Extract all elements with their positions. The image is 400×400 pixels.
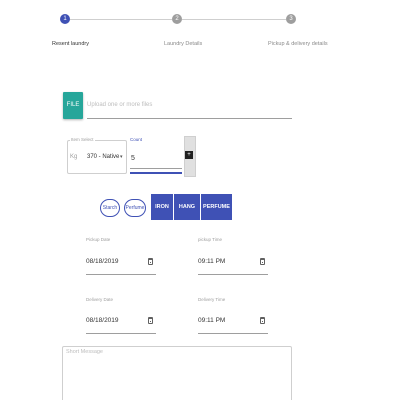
step-3-indicator[interactable]: 3	[286, 14, 296, 24]
pickup-date-input[interactable]: 08/18/2019	[86, 258, 119, 265]
step-connector	[182, 19, 286, 20]
count-focus-underline	[130, 172, 182, 174]
starch-chip[interactable]: Starch	[100, 199, 120, 217]
calendar-icon[interactable]	[148, 258, 153, 265]
pickup-time-label: pickup Time	[198, 237, 223, 242]
pickup-date-label: Pickup Date	[86, 237, 111, 242]
delivery-time-underline	[198, 333, 268, 334]
pickup-time-input[interactable]: 09:11 PM	[198, 258, 225, 265]
step-2-label[interactable]: Laundry Details	[164, 41, 202, 47]
calendar-icon[interactable]	[260, 258, 265, 265]
step-3-label[interactable]: Pickup & delivery details	[268, 41, 328, 47]
pickup-time-underline	[198, 274, 268, 275]
file-button[interactable]: FILE	[63, 92, 83, 119]
delivery-date-underline	[86, 333, 156, 334]
delivery-time-input[interactable]: 09:11 PM	[198, 317, 225, 324]
item-select-label: Item Select	[70, 137, 95, 142]
file-path-input[interactable]: Upload one or more files	[87, 97, 292, 119]
delivery-time-label: Delivery Time	[198, 297, 226, 302]
step-2-indicator[interactable]: 2	[172, 14, 182, 24]
iron-button[interactable]: IRON	[151, 194, 173, 220]
perfume-button[interactable]: PERFUME	[201, 194, 232, 220]
count-underline	[130, 168, 182, 169]
item-select-value[interactable]: 370 - Native	[87, 154, 119, 160]
delivery-date-label: Delivery Date	[86, 297, 114, 302]
perfume-chip[interactable]: Perfume	[124, 199, 146, 217]
calendar-icon[interactable]	[260, 317, 265, 324]
step-connector	[70, 19, 172, 20]
pickup-date-underline	[86, 274, 156, 275]
plus-icon[interactable]: +	[185, 151, 193, 159]
calendar-icon[interactable]	[148, 317, 153, 324]
count-label: Count	[130, 137, 143, 142]
count-input[interactable]: 5	[131, 155, 135, 162]
step-1-label[interactable]: Resent laundry	[52, 41, 89, 47]
stepper: 1 2 3 Resent laundry Laundry Details Pic…	[0, 0, 400, 60]
item-unit: Kg	[70, 154, 78, 160]
short-message-placeholder: Short Message	[66, 349, 103, 355]
chevron-down-icon[interactable]: ▾	[120, 154, 123, 160]
delivery-date-input[interactable]: 08/18/2019	[86, 317, 119, 324]
hang-button[interactable]: HANG	[174, 194, 200, 220]
step-1-indicator[interactable]: 1	[60, 14, 70, 24]
